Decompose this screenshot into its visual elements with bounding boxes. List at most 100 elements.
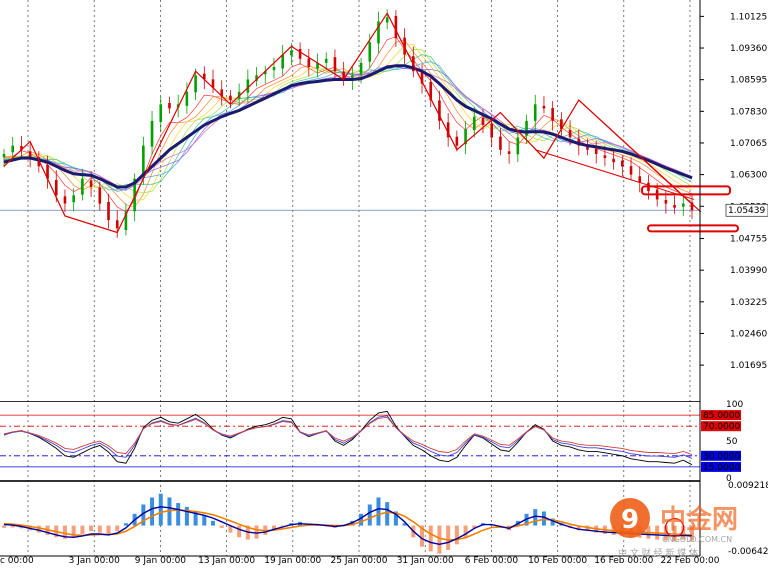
macd-top-label: 0.0092189	[728, 481, 768, 491]
candle-body	[194, 75, 197, 93]
macd-histogram-bar	[541, 511, 546, 526]
watermark-logo-glyph: 9	[621, 505, 639, 535]
macd-histogram-bar	[446, 525, 451, 550]
macd-histogram-bar	[80, 525, 85, 534]
chart-background	[0, 0, 768, 569]
candle-body	[551, 107, 554, 121]
candle-body	[394, 15, 398, 39]
candle-body	[2, 153, 6, 158]
candle-body	[507, 151, 511, 154]
price-axis-label: 1.03225	[730, 298, 767, 308]
candle-body	[281, 54, 284, 69]
candle-body	[63, 196, 67, 204]
candle-body	[307, 58, 311, 68]
macd-histogram-bar	[202, 515, 207, 526]
rsi-axis-label: 50	[726, 437, 738, 447]
candle-body	[681, 203, 685, 207]
candle-body	[385, 17, 389, 23]
rsi-level-label: 70.0000	[703, 422, 740, 432]
candle-body	[159, 104, 163, 123]
macd-histogram-bar	[437, 525, 442, 554]
candle-body	[472, 116, 476, 131]
time-axis-label: 6 Feb 00:00	[465, 556, 519, 566]
candle-body	[81, 178, 84, 195]
candle-body	[168, 103, 171, 109]
candle-body	[568, 129, 572, 138]
macd-histogram-bar	[158, 493, 163, 526]
candle-body	[490, 123, 493, 138]
price-axis-label: 1.04755	[730, 235, 767, 245]
macd-histogram-bar	[428, 525, 433, 552]
time-axis-label: c 00:00	[0, 556, 34, 566]
rsi-panel-bottom-border	[0, 480, 700, 481]
macd-histogram-bar	[36, 525, 41, 533]
candle-body	[298, 48, 302, 59]
candle-body	[368, 42, 372, 62]
candle-body	[455, 136, 459, 146]
price-axis-label: 1.03990	[730, 266, 767, 276]
candle-body	[594, 148, 598, 154]
candle-body	[150, 120, 154, 147]
price-axis-label: 1.07065	[730, 139, 767, 149]
macd-histogram-bar	[106, 525, 111, 534]
watermark-brand: 中金网	[660, 504, 738, 535]
macd-histogram-bar	[219, 525, 224, 528]
time-axis-label: 19 Jan 00:00	[264, 556, 321, 566]
candle-body	[359, 62, 363, 75]
candle-body	[54, 179, 58, 196]
candle-body	[499, 136, 502, 150]
candle-body	[11, 145, 15, 153]
candle-body	[542, 105, 546, 109]
time-axis-label: 9 Jan 00:00	[135, 556, 187, 566]
macd-histogram-bar	[254, 525, 259, 539]
candle-body	[115, 220, 119, 229]
macd-histogram-bar	[454, 525, 459, 545]
macd-histogram-bar	[184, 506, 189, 526]
macd-histogram-bar	[367, 504, 372, 526]
macd-histogram-bar	[2, 525, 6, 528]
price-axis-label: 1.07830	[730, 107, 767, 117]
rsi-axis-label: 100	[726, 400, 743, 410]
price-axis-label: 1.02460	[730, 329, 767, 339]
time-axis-label: 31 Jan 00:00	[397, 556, 454, 566]
macd-histogram-bar	[376, 497, 381, 526]
candle-body	[664, 200, 668, 204]
candle-body	[603, 155, 607, 159]
rsi-level-label: 85.0000	[703, 411, 740, 421]
candle-body	[107, 201, 110, 221]
time-axis-label: 25 Jan 00:00	[331, 556, 388, 566]
candle-body	[481, 117, 485, 125]
rsi-level-label: 15.0000	[703, 463, 740, 473]
time-axis-label: 3 Jan 00:00	[69, 556, 121, 566]
macd-histogram-bar	[115, 525, 120, 532]
macd-histogram-bar	[237, 525, 242, 538]
rsi-level-label: 30.0000	[703, 452, 740, 462]
candle-body	[185, 91, 189, 106]
candle-body	[673, 205, 676, 208]
watermark-site: CNGOLD.COM.CN	[662, 535, 732, 544]
time-axis-label: 13 Jan 00:00	[198, 556, 255, 566]
candle-body	[612, 158, 615, 163]
price-axis-label: 1.09360	[730, 44, 767, 54]
macd-histogram-bar	[359, 513, 364, 526]
candle-body	[229, 95, 232, 101]
macd-histogram-bar	[385, 502, 390, 526]
macd-histogram-bar	[176, 503, 181, 526]
candle-body	[333, 57, 337, 72]
forex-chart: c 00:00 3 Jan 00:00 9 Jan 00:00 13 Jan 00:0…	[0, 0, 768, 569]
macd-histogram-bar	[123, 523, 128, 526]
candle-body	[629, 166, 633, 175]
watermark-tagline: 中 文 财 经 新 媒 体	[618, 547, 698, 559]
candle-body	[98, 187, 102, 204]
rsi-panel-top-border	[0, 401, 700, 402]
macd-histogram-bar	[97, 525, 102, 533]
candle-body	[89, 180, 93, 188]
macd-panel-top-border	[0, 481, 700, 482]
macd-histogram-bar	[150, 497, 155, 526]
candle-body	[72, 195, 75, 203]
price-axis-label: 1.08595	[730, 76, 767, 86]
candle-body	[272, 67, 276, 71]
candle-body	[533, 104, 537, 121]
price-axis-label: 1.06300	[730, 171, 767, 181]
macd-histogram-bar	[89, 525, 94, 532]
